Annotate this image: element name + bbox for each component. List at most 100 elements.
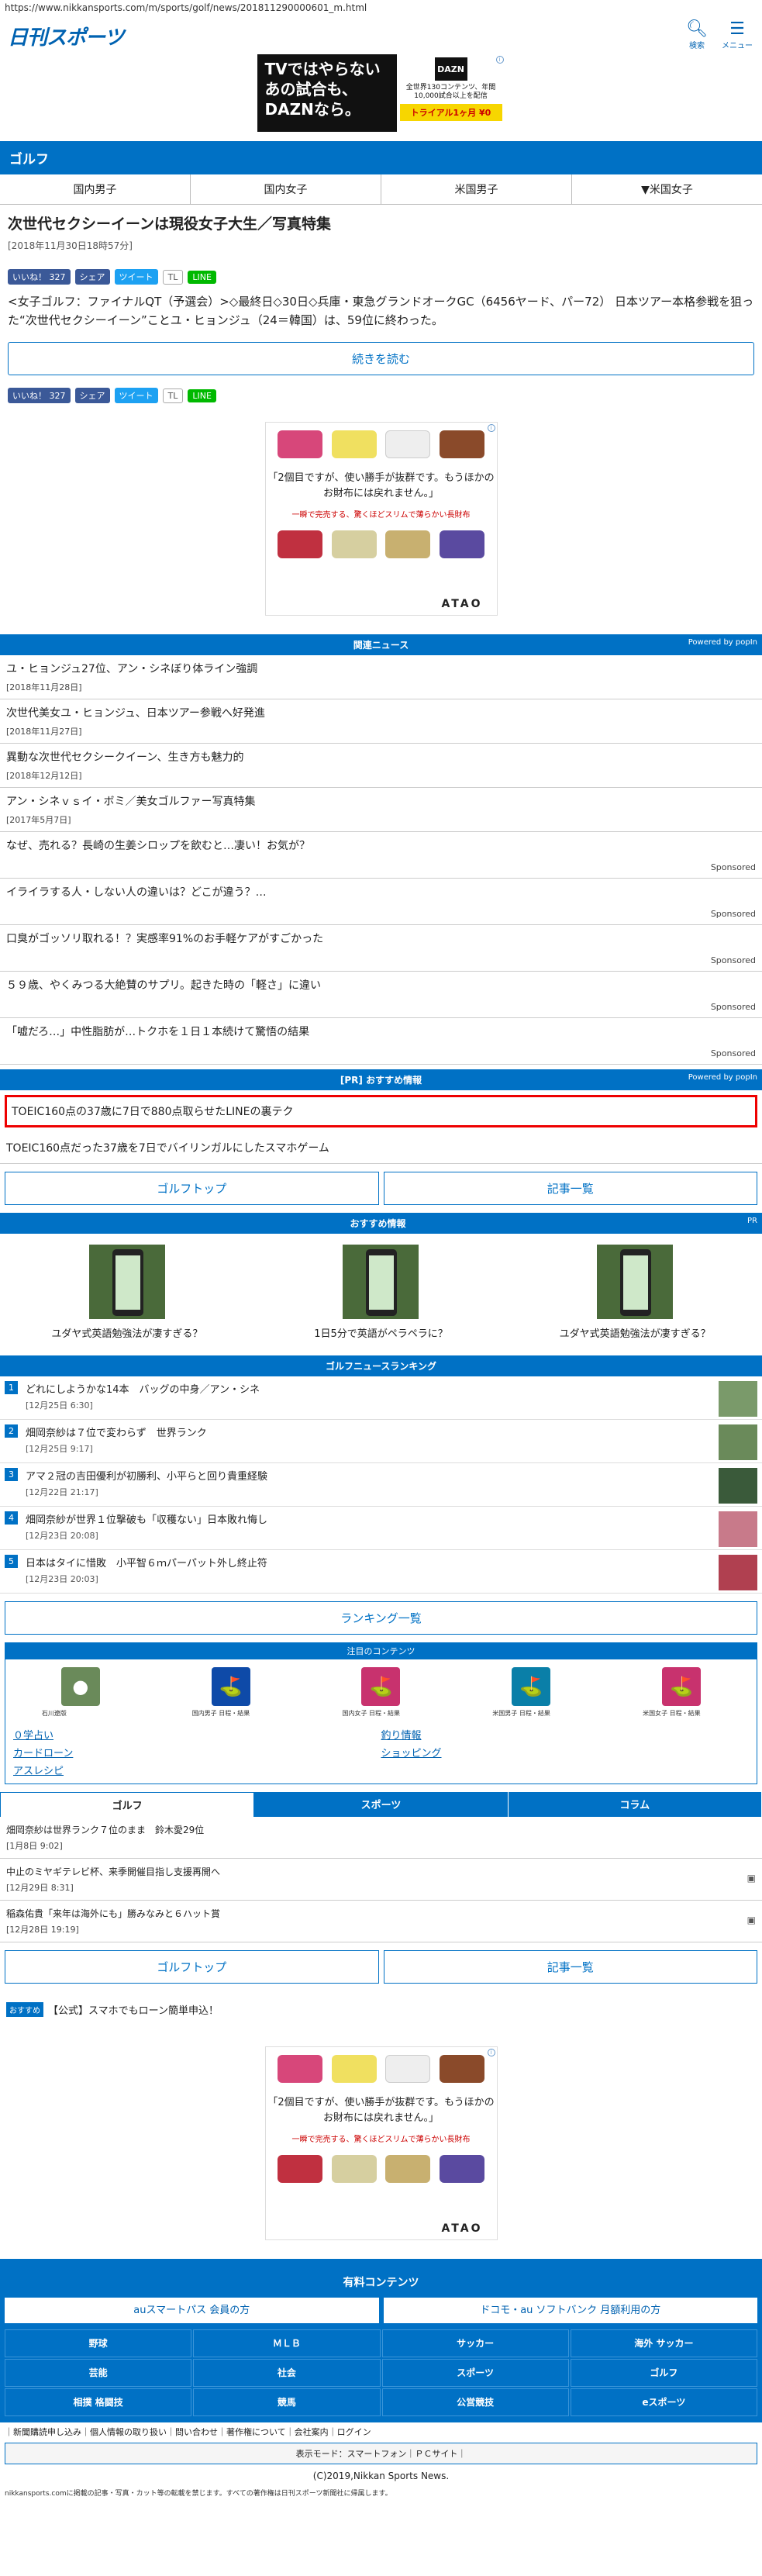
sponsored-item[interactable]: なぜ、売れる？長崎の生姜シロップを飲むと…凄い！お気が？ Sponsored — [0, 832, 762, 879]
wallet-image — [331, 530, 377, 558]
site-logo[interactable]: 日刊スポーツ — [8, 22, 124, 50]
paid-header: 有料コンテンツ — [343, 2277, 419, 2289]
ad-cta[interactable]: トライアル1ヶ月 ¥0 — [399, 104, 502, 121]
sponsored-item[interactable]: ５９歳、やくみつる大絶賛のサプリ。起きた時の「軽さ」に違い Sponsored — [0, 972, 762, 1018]
link-card-loan[interactable]: カードローン — [13, 1745, 381, 1759]
continue-reading-button[interactable]: 続きを読む — [8, 342, 754, 375]
line-button[interactable]: LINE — [188, 270, 216, 284]
content-domestic-women[interactable]: ⛳ 国内女子 日程・結果 — [342, 1667, 419, 1718]
tab-golf[interactable]: ゴルフ — [0, 1792, 255, 1817]
ranking-item[interactable]: 5 日本はタイに惜敗 小平智６ｍパーパット外し終止符 [12月23日 20:03] — [0, 1550, 762, 1594]
ad-info-icon[interactable]: i — [487, 2049, 495, 2056]
related-news-list: ユ・ヒョンジュ27位、アン・シネぼり体ライン強調 [2018年11月28日] 次世… — [0, 655, 762, 1065]
link-fortune[interactable]: ０学占い — [13, 1727, 381, 1742]
ranking-item[interactable]: 4 畑岡奈紗が世界１位撃破も「収穫ない」日本敗れ悔し [12月23日 20:08] — [0, 1507, 762, 1550]
wallet-image — [385, 2155, 431, 2183]
recommend-item[interactable]: ユダヤ式英語勉強法が凄すぎる？ — [519, 1245, 751, 1340]
ranking-item[interactable]: 2 畑岡奈紗は７位で変わらず 世界ランク [12月25日 9:17] — [0, 1420, 762, 1463]
ranking-item[interactable]: 1 どれにしようかな14本 バッグの中身／アン・シネ [12月25日 6:30] — [0, 1376, 762, 1420]
line-button[interactable]: LINE — [188, 388, 216, 402]
wallet-image — [385, 530, 431, 558]
list-item[interactable]: 稲森佑貴「来年は海外にも」勝みなみと６ハット賞 [12月28日 19:19] ▣ — [0, 1901, 762, 1942]
cat-society[interactable]: 社会 — [193, 2359, 381, 2387]
cat-sports[interactable]: スポーツ — [381, 2359, 569, 2387]
copyright: (C)2019,Nikkan Sports News. — [312, 2471, 450, 2481]
facebook-share-button[interactable]: シェア — [74, 388, 110, 403]
list-item[interactable]: アン・シネｖｓイ・ボミ／美女ゴルファー写真特集 [2017年5月7日] — [0, 788, 762, 832]
article-list-button[interactable]: 記事一覧 — [383, 1950, 757, 1984]
url-bar[interactable]: https://www.nikkansports.com/m/sports/go… — [0, 0, 762, 17]
content-ishikawa[interactable]: ● 石川遼版 — [42, 1667, 119, 1718]
pr-item-highlighted[interactable]: TOEIC160点の37歳に7日で880点取らせたLINEの裏テク — [5, 1095, 757, 1127]
link-fishing[interactable]: 釣り情報 — [381, 1727, 750, 1742]
content-us-men[interactable]: ⛳ 米国男子 日程・結果 — [492, 1667, 570, 1718]
recommend-item[interactable]: 1日5分で英語がペラペラに？ — [264, 1245, 497, 1340]
sponsored-item[interactable]: イライラする人・しない人の違いは？どこが違う？… Sponsored — [0, 879, 762, 925]
cat-keiba[interactable]: 競馬 — [193, 2388, 381, 2416]
timeline-button[interactable]: TL — [162, 388, 184, 403]
link-shopping[interactable]: ショッピング — [381, 1745, 750, 1759]
sponsored-item[interactable]: 「嘘だろ…」中性脂肪が…トクホを１日１本続けて驚悟の結果 Sponsored — [0, 1018, 762, 1065]
wallet-ad-bottom[interactable]: i 「2個目ですが、使い勝手が抜群です。もうほかのお財布には戻れません。」 一瞬… — [264, 2046, 498, 2240]
menu-button[interactable]: ☰ メニュー — [722, 19, 753, 51]
sponsored-item[interactable]: 口臭がゴッソリ取れる！？実感率91%のお手軽ケアがすごかった Sponsored — [0, 925, 762, 972]
hamburger-icon: ☰ — [729, 19, 745, 39]
cat-esports[interactable]: eスポーツ — [570, 2388, 757, 2416]
cat-world-soccer[interactable]: 海外 サッカー — [570, 2329, 757, 2357]
wallet-image — [439, 530, 484, 558]
ad-info-icon[interactable]: i — [487, 424, 495, 432]
powered-by: Powered by popIn — [688, 638, 757, 647]
tab-domestic-women[interactable]: 国内女子 — [191, 174, 381, 204]
footer-links[interactable]: ｜新聞購読申し込み｜個人情報の取り扱い｜問い合わせ｜著作権について｜会社案内｜ロ… — [0, 2421, 762, 2441]
cat-baseball[interactable]: 野球 — [5, 2329, 192, 2357]
list-item[interactable]: 異動な次世代セクシークイーン、生き方も魅力的 [2018年12月12日] — [0, 744, 762, 788]
list-item[interactable]: 畑岡奈紗は世界ランク７位のまま 鈴木愛29位 [1月8日 9:02] — [0, 1817, 762, 1859]
cat-golf[interactable]: ゴルフ — [570, 2359, 757, 2387]
ranking-item[interactable]: 3 アマ２冠の吉田優利が初勝利、小平らと回り貴重経験 [12月22日 21:17] — [0, 1463, 762, 1507]
ranking-all-button[interactable]: ランキング一覧 — [5, 1601, 757, 1635]
au-smartpass-button[interactable]: auスマートパス 会員の方 — [5, 2298, 379, 2323]
facebook-like-button[interactable]: いいね！ 327 — [8, 388, 71, 403]
cat-public-racing[interactable]: 公営競技 — [381, 2388, 569, 2416]
cat-entertainment[interactable]: 芸能 — [5, 2359, 192, 2387]
tab-us-women[interactable]: ▼米国女子 — [572, 174, 762, 204]
cat-soccer[interactable]: サッカー — [381, 2329, 569, 2357]
list-item[interactable]: 次世代美女ユ・ヒョンジュ、日本ツアー参戦へ好発進 [2018年11月27日] — [0, 699, 762, 744]
tab-domestic-men[interactable]: 国内男子 — [0, 174, 191, 204]
ad-info-icon[interactable]: i — [495, 56, 504, 64]
cat-mlb[interactable]: ＭＬＢ — [193, 2329, 381, 2357]
display-mode[interactable]: 表示モード：スマートフォン｜ＰＣサイト｜ — [5, 2443, 757, 2464]
golfer-icon: ⛳ — [662, 1667, 702, 1706]
recommend-item[interactable]: ユダヤ式英語勉強法が凄すぎる？ — [11, 1245, 243, 1340]
list-item[interactable]: 中止のミヤギテレビ杯、来季開催目指し支援再開へ [12月29日 8:31] ▣ — [0, 1859, 762, 1901]
phone-image — [597, 1245, 674, 1319]
tab-us-men[interactable]: 米国男子 — [381, 174, 572, 204]
link-athrecipe[interactable]: アスレシピ — [13, 1763, 381, 1777]
search-button[interactable]: 🔍︎ 検索 — [686, 20, 708, 51]
wallet-image — [278, 2155, 323, 2183]
pr-item[interactable]: TOEIC160点だった37歳を7日でバイリンガルにしたスマホゲーム — [0, 1132, 762, 1164]
osusume-link[interactable]: おすすめ 【公式】スマホでもローン簡単申込！ — [0, 1991, 762, 2028]
tab-column[interactable]: コラム — [508, 1792, 762, 1817]
ranking-header: ゴルフニュースランキング — [0, 1355, 762, 1376]
tweet-button[interactable]: ツイート — [114, 388, 158, 403]
pr-header: [PR] おすすめ情報 Powered by popIn — [0, 1069, 762, 1090]
golf-top-button[interactable]: ゴルフトップ — [5, 1950, 379, 1984]
tab-sports[interactable]: スポーツ — [254, 1792, 509, 1817]
carrier-monthly-button[interactable]: ドコモ・au ソフトバンク 月額利用の方 — [383, 2298, 757, 2323]
timeline-button[interactable]: TL — [162, 269, 184, 285]
list-item[interactable]: ユ・ヒョンジュ27位、アン・シネぼり体ライン強調 [2018年11月28日] — [0, 655, 762, 699]
article-date: [2018年11月30日18時57分] — [8, 240, 133, 251]
content-us-women[interactable]: ⛳ 米国女子 日程・結果 — [643, 1667, 720, 1718]
wallet-ad[interactable]: i 「2個目ですが、使い勝手が抜群です。もうほかのお財布には戻れません。」 一瞬… — [264, 422, 498, 616]
golf-top-button[interactable]: ゴルフトップ — [5, 1172, 379, 1205]
facebook-share-button[interactable]: シェア — [74, 269, 110, 285]
article-list-button[interactable]: 記事一覧 — [383, 1172, 757, 1205]
cat-sumo[interactable]: 相撲 格闘技 — [5, 2388, 192, 2416]
content-domestic-men[interactable]: ⛳ 国内男子 日程・結果 — [192, 1667, 270, 1718]
dazn-ad[interactable]: TVではやらない あの試合も、DAZNなら。 DAZN 全世界130コンテンツ、… — [257, 54, 505, 132]
facebook-like-button[interactable]: いいね！ 327 — [8, 269, 71, 285]
tweet-button[interactable]: ツイート — [114, 269, 158, 285]
thumbnail — [719, 1424, 757, 1460]
related-news-header: 関連ニュース Powered by popIn — [0, 634, 762, 655]
